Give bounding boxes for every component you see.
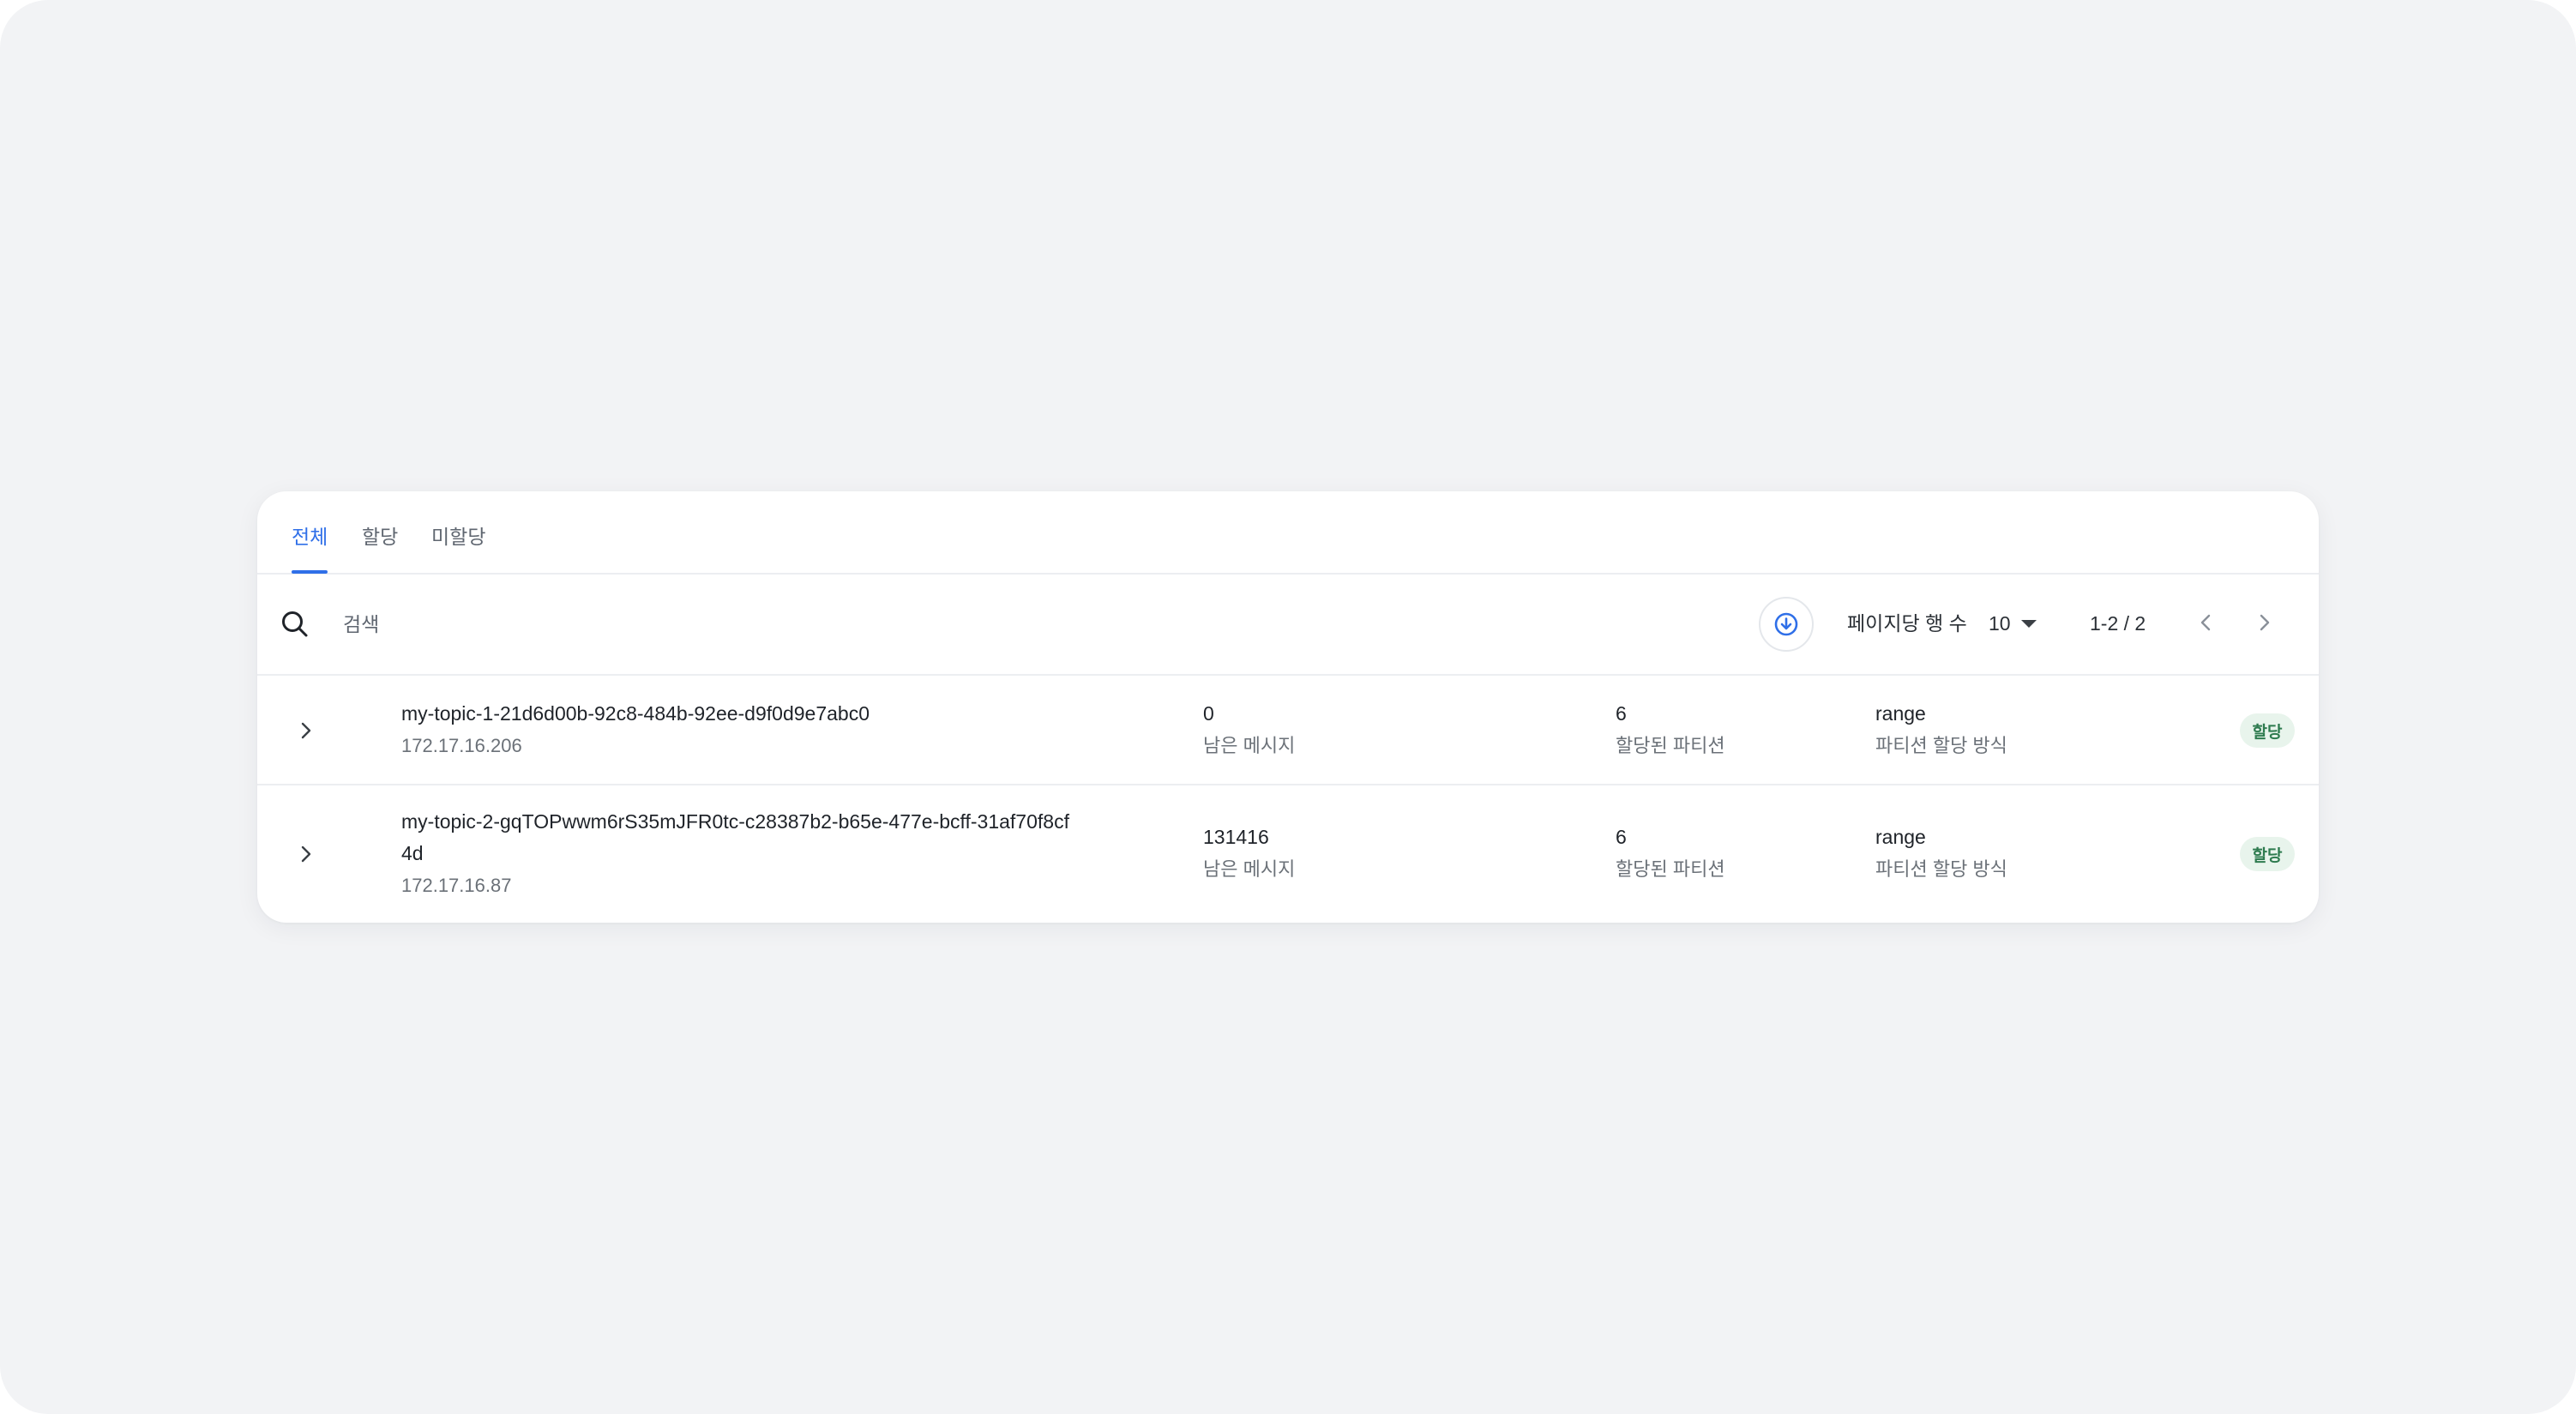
- consumer-ip: 172.17.16.87: [401, 875, 512, 896]
- expand-row-button[interactable]: [288, 837, 322, 871]
- remaining-messages-value: 0: [1203, 702, 1214, 725]
- toolbar: 페이지당 행 수 10 1-2 / 2: [257, 575, 2319, 676]
- assigned-partitions-label: 할당된 파티션: [1616, 735, 1725, 756]
- next-page-button[interactable]: [2247, 605, 2281, 640]
- consumer-list-card: 전체 할당 미할당 페이지당 행 수 10: [257, 491, 2319, 923]
- tab-all[interactable]: 전체: [292, 524, 328, 550]
- rows-per-page-label: 페이지당 행 수: [1847, 612, 1967, 635]
- tab-unassigned[interactable]: 미할당: [431, 524, 485, 550]
- search-icon: [282, 611, 308, 637]
- remaining-messages-cell: 131416 남은 메시지: [1203, 821, 1295, 885]
- download-circle-icon: [1774, 612, 1798, 636]
- assigned-partitions-value: 6: [1616, 826, 1627, 848]
- consumer-ip: 172.17.16.206: [401, 735, 522, 756]
- status-badge: 할당: [2240, 837, 2295, 871]
- assignment-method-value: range: [1875, 826, 1926, 848]
- search-input[interactable]: [343, 608, 943, 641]
- consumer-name: my-topic-2-gqTOPwwm6rS35mJFR0tc-c28387b2…: [401, 810, 1069, 864]
- download-button[interactable]: [1759, 597, 1814, 652]
- assigned-partitions-cell: 6 할당된 파티션: [1616, 698, 1725, 761]
- caret-down-icon: [2020, 619, 2037, 628]
- assignment-method-label: 파티션 할당 방식: [1875, 858, 2007, 880]
- tab-assigned[interactable]: 할당: [362, 524, 398, 550]
- rows-per-page-value: 10: [1989, 611, 2011, 635]
- chevron-left-icon: [2200, 614, 2211, 631]
- table-row[interactable]: my-topic-2-gqTOPwwm6rS35mJFR0tc-c28387b2…: [257, 785, 2319, 923]
- previous-page-button[interactable]: [2189, 605, 2224, 640]
- consumer-name: my-topic-1-21d6d00b-92c8-484b-92ee-d9f0d…: [401, 702, 870, 725]
- rows-per-page-select[interactable]: 10: [1989, 611, 2037, 636]
- status-badge: 할당: [2240, 713, 2295, 748]
- assigned-partitions-value: 6: [1616, 702, 1627, 725]
- consumer-name-cell: my-topic-2-gqTOPwwm6rS35mJFR0tc-c28387b2…: [401, 806, 1079, 901]
- table-row[interactable]: my-topic-1-21d6d00b-92c8-484b-92ee-d9f0d…: [257, 676, 2319, 785]
- chevron-right-icon: [301, 845, 311, 863]
- tab-bar: 전체 할당 미할당: [257, 491, 2319, 575]
- assignment-method-cell: range 파티션 할당 방식: [1875, 698, 2007, 761]
- assignment-method-cell: range 파티션 할당 방식: [1875, 821, 2007, 885]
- pagination-range: 1-2 / 2: [2090, 612, 2146, 635]
- remaining-messages-cell: 0 남은 메시지: [1203, 698, 1295, 761]
- remaining-messages-value: 131416: [1203, 826, 1269, 848]
- consumer-name-cell: my-topic-1-21d6d00b-92c8-484b-92ee-d9f0d…: [401, 698, 1087, 761]
- assigned-partitions-label: 할당된 파티션: [1616, 858, 1725, 880]
- assignment-method-label: 파티션 할당 방식: [1875, 735, 2007, 756]
- active-tab-indicator: [292, 570, 328, 574]
- chevron-right-icon: [2260, 614, 2270, 631]
- page-background: 전체 할당 미할당 페이지당 행 수 10: [0, 0, 2576, 1414]
- remaining-messages-label: 남은 메시지: [1203, 735, 1296, 756]
- chevron-right-icon: [301, 722, 311, 739]
- assigned-partitions-cell: 6 할당된 파티션: [1616, 821, 1725, 885]
- remaining-messages-label: 남은 메시지: [1203, 858, 1296, 880]
- assignment-method-value: range: [1875, 702, 1926, 725]
- expand-row-button[interactable]: [288, 713, 322, 748]
